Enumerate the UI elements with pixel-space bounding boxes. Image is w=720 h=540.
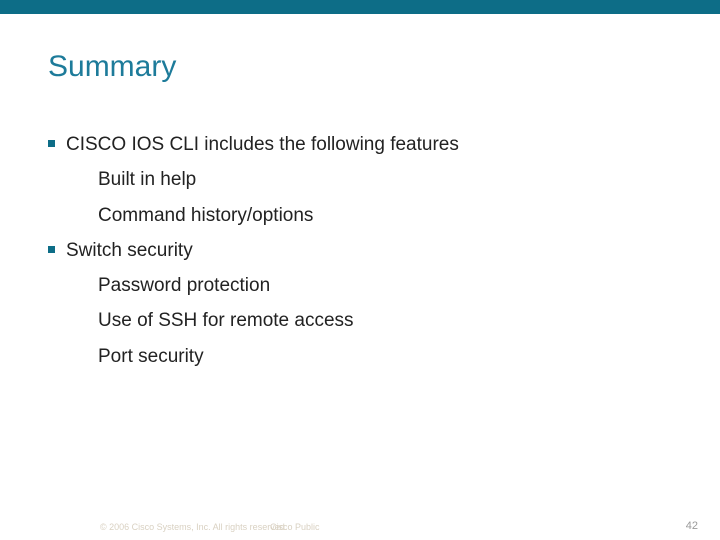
footer-label: Cisco Public xyxy=(270,522,320,532)
slide-footer: © 2006 Cisco Systems, Inc. All rights re… xyxy=(0,514,720,534)
slide: Summary CISCO IOS CLI includes the follo… xyxy=(0,0,720,540)
page-number: 42 xyxy=(686,520,698,532)
bullet-level2: Command history/options xyxy=(48,199,672,232)
slide-title: Summary xyxy=(48,50,176,84)
footer-copyright: © 2006 Cisco Systems, Inc. All rights re… xyxy=(100,522,287,532)
bullet-level1: Switch security xyxy=(48,234,672,267)
bullet-level2: Port security xyxy=(48,340,672,373)
bullet-level2: Use of SSH for remote access xyxy=(48,304,672,337)
bullet-level2: Built in help xyxy=(48,163,672,196)
top-accent-bar xyxy=(0,0,720,14)
bullet-level2: Password protection xyxy=(48,269,672,302)
slide-content: CISCO IOS CLI includes the following fea… xyxy=(48,128,672,375)
bullet-level1: CISCO IOS CLI includes the following fea… xyxy=(48,128,672,161)
